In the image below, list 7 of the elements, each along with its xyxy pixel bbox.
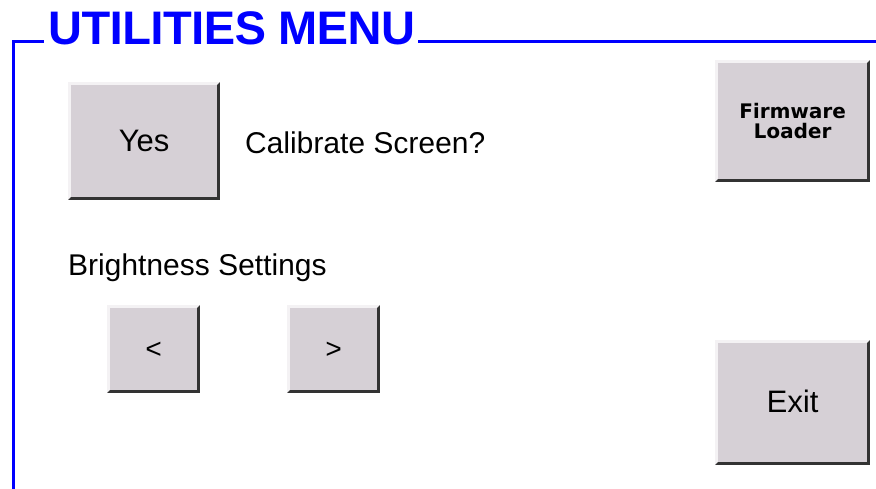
brightness-label: Brightness Settings xyxy=(68,248,328,284)
increase-button[interactable]: > xyxy=(287,305,380,393)
yes-button[interactable]: Yes xyxy=(68,82,220,200)
firmware-loader-button[interactable]: Firmware Loader xyxy=(715,60,870,182)
exit-button[interactable]: Exit xyxy=(715,340,870,465)
calibrate-question: Calibrate Screen? xyxy=(245,126,486,162)
decrease-button[interactable]: < xyxy=(107,305,200,393)
